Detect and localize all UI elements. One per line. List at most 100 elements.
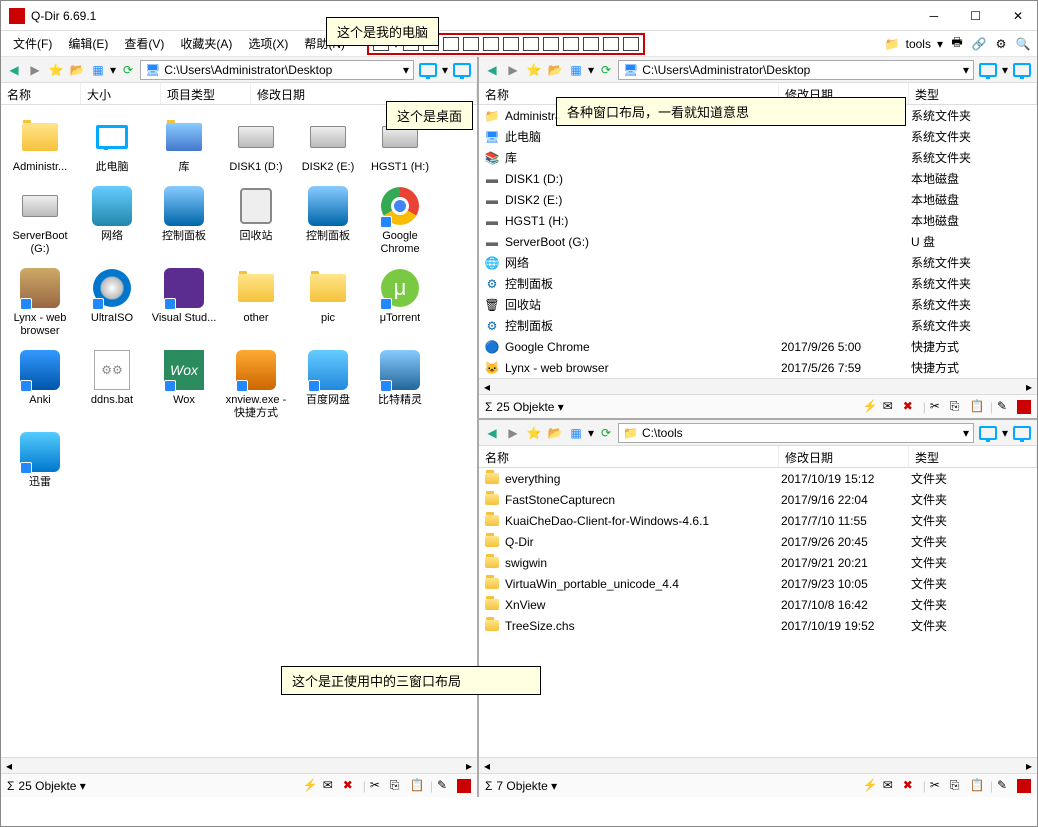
tools-label[interactable]: tools bbox=[906, 37, 931, 51]
menu-file[interactable]: 文件(F) bbox=[7, 33, 58, 54]
col-type[interactable]: 项目类型 bbox=[161, 83, 251, 104]
refresh-icon[interactable]: ⟳ bbox=[597, 424, 615, 442]
layout-btn[interactable] bbox=[443, 37, 459, 51]
fav-icon[interactable]: ⭐ bbox=[525, 61, 543, 79]
layout-btn[interactable] bbox=[623, 37, 639, 51]
pane1-iconview[interactable]: Administr...此电脑库DISK1 (D:)DISK2 (E:)HGST… bbox=[1, 105, 477, 757]
col-date[interactable]: 修改日期 bbox=[779, 446, 909, 467]
copy-icon[interactable]: ⎘ bbox=[390, 778, 406, 794]
desktop-item[interactable]: DISK2 (E:) bbox=[293, 113, 363, 176]
app-icon[interactable] bbox=[1017, 779, 1031, 793]
list-item[interactable]: KuaiCheDao-Client-for-Windows-4.6.12017/… bbox=[479, 510, 1037, 531]
desktop-item[interactable]: Google Chrome bbox=[365, 182, 435, 258]
list-item[interactable]: FastStoneCapturecn2017/9/16 22:04文件夹 bbox=[479, 489, 1037, 510]
cut-icon[interactable]: ✂ bbox=[370, 778, 386, 794]
refresh-icon[interactable]: ⟳ bbox=[597, 61, 615, 79]
mail-icon[interactable]: ✉ bbox=[883, 778, 899, 794]
pane3-listview[interactable]: everything2017/10/19 15:12文件夹FastStoneCa… bbox=[479, 468, 1037, 757]
desktop-item[interactable]: 网络 bbox=[77, 182, 147, 258]
address-dropdown[interactable]: ▾ bbox=[963, 63, 969, 77]
monitor-icon[interactable] bbox=[417, 61, 439, 79]
list-item[interactable]: ▬HGST1 (H:)本地磁盘 bbox=[479, 210, 1037, 231]
col-type[interactable]: 类型 bbox=[909, 83, 1037, 104]
refresh-icon[interactable]: ⟳ bbox=[119, 61, 137, 79]
fav-icon[interactable]: ⭐ bbox=[525, 424, 543, 442]
folder-open-icon[interactable]: 📂 bbox=[68, 61, 86, 79]
list-item[interactable]: Q-Dir2017/9/26 20:45文件夹 bbox=[479, 531, 1037, 552]
address-dropdown[interactable]: ▾ bbox=[403, 63, 409, 77]
menu-fav[interactable]: 收藏夹(A) bbox=[174, 33, 238, 54]
desktop-item[interactable]: 控制面板 bbox=[293, 182, 363, 258]
desktop-item[interactable]: WoxWox bbox=[149, 346, 219, 422]
list-item[interactable]: XnView2017/10/8 16:42文件夹 bbox=[479, 594, 1037, 615]
menu-options[interactable]: 选项(X) bbox=[242, 33, 294, 54]
folder-open-icon[interactable]: 📂 bbox=[546, 61, 564, 79]
monitor-icon[interactable] bbox=[977, 424, 999, 442]
monitor-icon[interactable] bbox=[451, 61, 473, 79]
forward-button[interactable]: ▶ bbox=[504, 424, 522, 442]
copy-icon[interactable]: ⎘ bbox=[950, 778, 966, 794]
col-name[interactable]: 名称 bbox=[479, 446, 779, 467]
monitor-icon[interactable] bbox=[977, 61, 999, 79]
edit-icon[interactable]: ✎ bbox=[437, 778, 453, 794]
list-item[interactable]: VirtuaWin_portable_unicode_4.42017/9/23 … bbox=[479, 573, 1037, 594]
view-icon[interactable]: ▦ bbox=[567, 61, 585, 79]
delete-icon[interactable]: ✖ bbox=[903, 778, 919, 794]
close-button[interactable]: ✕ bbox=[1007, 9, 1029, 23]
list-item[interactable]: ▬DISK1 (D:)本地磁盘 bbox=[479, 168, 1037, 189]
app-icon[interactable] bbox=[1017, 400, 1031, 414]
list-item[interactable]: 🖥此电脑系统文件夹 bbox=[479, 126, 1037, 147]
paste-icon[interactable]: 📋 bbox=[410, 778, 426, 794]
desktop-item[interactable]: 此电脑 bbox=[77, 113, 147, 176]
folder-open-icon[interactable]: 📂 bbox=[546, 424, 564, 442]
mail-icon[interactable]: ✉ bbox=[883, 399, 899, 415]
list-item[interactable]: TreeSize.chs2017/10/19 19:52文件夹 bbox=[479, 615, 1037, 636]
list-item[interactable]: 📚库系统文件夹 bbox=[479, 147, 1037, 168]
list-item[interactable]: ⚙控制面板系统文件夹 bbox=[479, 273, 1037, 294]
address-dropdown[interactable]: ▾ bbox=[963, 426, 969, 440]
desktop-item[interactable]: pic bbox=[293, 264, 363, 340]
layout-btn[interactable] bbox=[523, 37, 539, 51]
forward-button[interactable]: ▶ bbox=[504, 61, 522, 79]
pane1-hscroll[interactable]: ◂▸ bbox=[1, 757, 477, 773]
delete-icon[interactable]: ✖ bbox=[903, 399, 919, 415]
paste-icon[interactable]: 📋 bbox=[970, 778, 986, 794]
address-bar[interactable]: 📁 C:\tools ▾ bbox=[618, 423, 974, 443]
pane2-listview[interactable]: 📁Administrator系统文件夹🖥此电脑系统文件夹📚库系统文件夹▬DISK… bbox=[479, 105, 1037, 378]
desktop-item[interactable]: xnview.exe - 快捷方式 bbox=[221, 346, 291, 422]
desktop-item[interactable]: Administr... bbox=[5, 113, 75, 176]
print-icon[interactable]: 🖶 bbox=[949, 36, 965, 52]
maximize-button[interactable]: ☐ bbox=[964, 9, 987, 23]
delete-icon[interactable]: ✖ bbox=[343, 778, 359, 794]
desktop-item[interactable]: 百度网盘 bbox=[293, 346, 363, 422]
folder-icon[interactable]: 📁 bbox=[885, 37, 900, 51]
desktop-item[interactable]: ServerBoot (G:) bbox=[5, 182, 75, 258]
desktop-item[interactable]: 回收站 bbox=[221, 182, 291, 258]
list-item[interactable]: ▬ServerBoot (G:)U 盘 bbox=[479, 231, 1037, 252]
back-button[interactable]: ◀ bbox=[5, 61, 23, 79]
col-type[interactable]: 类型 bbox=[909, 446, 1037, 467]
address-bar[interactable]: 🖥 C:\Users\Administrator\Desktop ▾ bbox=[618, 60, 974, 80]
view-icon[interactable]: ▦ bbox=[89, 61, 107, 79]
desktop-item[interactable]: ⚙⚙ddns.bat bbox=[77, 346, 147, 422]
app-icon[interactable] bbox=[457, 779, 471, 793]
desktop-item[interactable]: Anki bbox=[5, 346, 75, 422]
link-icon[interactable]: 🔗 bbox=[971, 36, 987, 52]
monitor-icon[interactable] bbox=[1011, 61, 1033, 79]
desktop-item[interactable]: 控制面板 bbox=[149, 182, 219, 258]
mail-icon[interactable]: ✉ bbox=[323, 778, 339, 794]
desktop-item[interactable]: μμTorrent bbox=[365, 264, 435, 340]
cut-icon[interactable]: ✂ bbox=[930, 399, 946, 415]
desktop-item[interactable]: 迅雷 bbox=[5, 428, 75, 491]
desktop-item[interactable]: 库 bbox=[149, 113, 219, 176]
back-button[interactable]: ◀ bbox=[483, 424, 501, 442]
list-item[interactable]: 🌐网络系统文件夹 bbox=[479, 252, 1037, 273]
menu-edit[interactable]: 编辑(E) bbox=[62, 33, 114, 54]
pane2-hscroll[interactable]: ◂▸ bbox=[479, 378, 1037, 394]
flash-icon[interactable]: ⚡ bbox=[863, 399, 879, 415]
layout-btn[interactable] bbox=[563, 37, 579, 51]
list-item[interactable]: everything2017/10/19 15:12文件夹 bbox=[479, 468, 1037, 489]
list-item[interactable]: ▬DISK2 (E:)本地磁盘 bbox=[479, 189, 1037, 210]
address-bar[interactable]: 🖥 C:\Users\Administrator\Desktop ▾ bbox=[140, 60, 414, 80]
desktop-item[interactable]: UltraISO bbox=[77, 264, 147, 340]
